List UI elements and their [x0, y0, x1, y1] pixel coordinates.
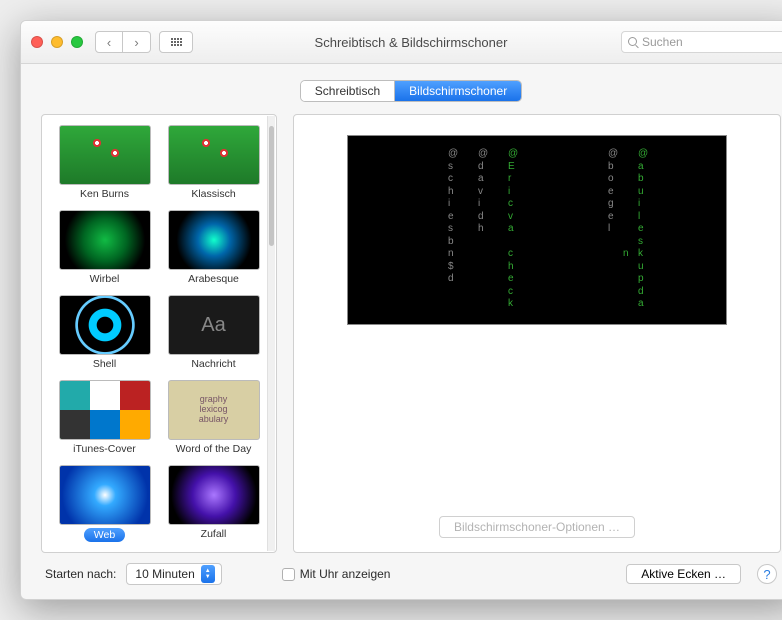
minimize-icon[interactable] — [51, 36, 63, 48]
list-item[interactable]: graphy lexicog abulary Word of the Day — [163, 380, 264, 455]
titlebar: ‹ › Schreibtisch & Bildschirmschoner Suc… — [21, 21, 782, 64]
start-after-select[interactable]: 10 Minuten ▲▼ — [126, 563, 221, 585]
checkbox-label: Mit Uhr anzeigen — [300, 567, 391, 581]
thumb-klassisch — [168, 125, 260, 185]
preview-panel: @schiesbn$d@davidh@Ericva check@boegel n… — [293, 114, 781, 553]
list-item[interactable]: Ken Burns — [54, 125, 155, 200]
thumb-itunes — [59, 380, 151, 440]
search-icon — [628, 37, 638, 47]
thumb-arabesque — [168, 210, 260, 270]
thumb-zufall — [168, 465, 260, 525]
show-clock-checkbox[interactable]: Mit Uhr anzeigen — [282, 567, 391, 581]
msg-text: Aa — [201, 314, 225, 337]
list-item-label: Arabesque — [188, 273, 239, 285]
panels: Ken Burns Klassisch Wirbel Arabesque — [41, 114, 781, 553]
screensaver-list[interactable]: Ken Burns Klassisch Wirbel Arabesque — [41, 114, 277, 553]
tab-group: Schreibtisch Bildschirmschoner — [300, 80, 522, 102]
list-item-label-selected: Web — [84, 528, 125, 542]
close-icon[interactable] — [31, 36, 43, 48]
list-item[interactable]: Klassisch — [163, 125, 264, 200]
bottom-bar: Starten nach: 10 Minuten ▲▼ Mit Uhr anze… — [41, 553, 781, 587]
prefs-window: ‹ › Schreibtisch & Bildschirmschoner Suc… — [20, 20, 782, 600]
thumb-web — [59, 465, 151, 525]
window-title: Schreibtisch & Bildschirmschoner — [315, 35, 508, 50]
hot-corners-button[interactable]: Aktive Ecken … — [626, 564, 741, 584]
nav-buttons: ‹ › — [95, 31, 151, 53]
checkbox-icon — [282, 568, 295, 581]
list-item[interactable]: Aa Nachricht — [163, 295, 264, 370]
tab-desktop[interactable]: Schreibtisch — [301, 81, 394, 101]
start-after-label: Starten nach: — [45, 567, 116, 581]
list-item-label: iTunes-Cover — [73, 443, 136, 455]
search-placeholder: Suchen — [642, 35, 683, 49]
list-item-label: Zufall — [201, 528, 227, 540]
scrollbar[interactable] — [267, 116, 275, 551]
tab-screensaver[interactable]: Bildschirmschoner — [394, 81, 521, 101]
screensaver-preview: @schiesbn$d@davidh@Ericva check@boegel n… — [347, 135, 727, 325]
help-button[interactable]: ? — [757, 564, 777, 584]
list-item-label: Ken Burns — [80, 188, 129, 200]
list-item[interactable]: Shell — [54, 295, 155, 370]
chevron-left-icon: ‹ — [107, 35, 111, 50]
select-value: 10 Minuten — [135, 567, 194, 581]
thumb-word: graphy lexicog abulary — [168, 380, 260, 440]
list-item-label: Word of the Day — [176, 443, 252, 455]
zoom-icon[interactable] — [71, 36, 83, 48]
list-item[interactable]: Zufall — [163, 465, 264, 542]
scrollbar-thumb-icon[interactable] — [269, 126, 274, 246]
list-item[interactable]: Arabesque — [163, 210, 264, 285]
thumb-ken-burns — [59, 125, 151, 185]
back-button[interactable]: ‹ — [95, 31, 123, 53]
screensaver-options-button[interactable]: Bildschirmschoner-Optionen … — [439, 516, 635, 538]
show-all-button[interactable] — [159, 31, 193, 53]
list-item-label: Wirbel — [90, 273, 120, 285]
forward-button[interactable]: › — [123, 31, 151, 53]
window-controls — [31, 36, 83, 48]
list-item[interactable]: Web — [54, 465, 155, 542]
thumb-nachricht: Aa — [168, 295, 260, 355]
list-item[interactable]: iTunes-Cover — [54, 380, 155, 455]
stepper-arrows-icon: ▲▼ — [201, 565, 215, 583]
chevron-right-icon: › — [134, 35, 138, 50]
list-item[interactable]: Wirbel — [54, 210, 155, 285]
help-icon: ? — [763, 567, 770, 582]
list-item-label: Shell — [93, 358, 116, 370]
content: Schreibtisch Bildschirmschoner Ken Burns… — [21, 64, 782, 599]
grid-icon — [171, 38, 182, 46]
list-item-label: Nachricht — [191, 358, 235, 370]
list-item-label: Klassisch — [191, 188, 235, 200]
thumb-wirbel — [59, 210, 151, 270]
search-input[interactable]: Suchen — [621, 31, 782, 53]
thumb-shell — [59, 295, 151, 355]
